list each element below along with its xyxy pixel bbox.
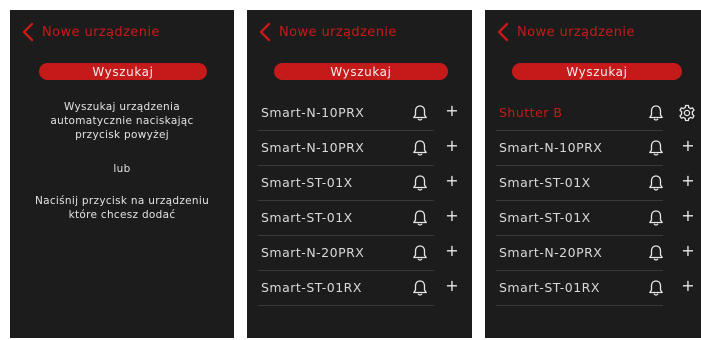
bell-icon[interactable] — [411, 139, 429, 157]
bell-icon[interactable] — [411, 174, 429, 192]
device-row[interactable]: Smart-N-10PRX + — [247, 96, 472, 131]
device-name: Smart-N-10PRX — [261, 105, 365, 120]
page-title: Nowe urządzenie — [42, 24, 160, 40]
device-row[interactable]: Smart-N-20PRX + — [485, 236, 701, 271]
bell-icon[interactable] — [647, 104, 665, 122]
add-device-plus-icon[interactable]: + — [444, 277, 460, 295]
add-device-plus-icon[interactable]: + — [444, 102, 460, 120]
page-title: Nowe urządzenie — [517, 24, 635, 40]
device-row[interactable]: Smart-ST-01X + — [247, 166, 472, 201]
search-button[interactable]: Wyszukaj — [274, 63, 448, 80]
bell-icon[interactable] — [647, 279, 665, 297]
bell-icon[interactable] — [411, 104, 429, 122]
screen-search-instructions: Nowe urządzenie Wyszukaj Wyszukaj urządz… — [10, 10, 234, 338]
screen-device-added: Nowe urządzenie Wyszukaj Shutter B Smart… — [485, 10, 701, 338]
device-row[interactable]: Smart-ST-01X + — [485, 201, 701, 236]
device-row[interactable]: Smart-ST-01RX + — [247, 271, 472, 306]
back-chevron-icon[interactable] — [14, 20, 42, 44]
divider — [258, 305, 434, 306]
device-name: Smart-ST-01X — [499, 175, 591, 190]
back-chevron-icon[interactable] — [251, 20, 279, 44]
instructions-line: automatycznie naciskając — [50, 115, 194, 127]
device-name: Smart-N-10PRX — [261, 140, 365, 155]
device-name: Smart-N-10PRX — [499, 140, 603, 155]
device-list: Shutter B Smart-N-10PRX + Smart-ST-01X +… — [485, 96, 701, 306]
instructions-line: przycisk powyżej — [75, 129, 169, 141]
device-name: Smart-ST-01RX — [261, 280, 362, 295]
search-button[interactable]: Wyszukaj — [512, 63, 682, 80]
header: Nowe urządzenie — [247, 20, 472, 44]
divider — [496, 305, 663, 306]
instructions-line: Wyszukaj urządzenia — [64, 101, 180, 113]
back-chevron-icon[interactable] — [489, 20, 517, 44]
add-device-plus-icon[interactable]: + — [444, 137, 460, 155]
device-row[interactable]: Smart-ST-01X + — [247, 201, 472, 236]
add-device-plus-icon[interactable]: + — [680, 277, 696, 295]
device-name: Smart-ST-01X — [261, 175, 353, 190]
device-name: Smart-ST-01X — [261, 210, 353, 225]
device-row[interactable]: Smart-ST-01RX + — [485, 271, 701, 306]
device-name: Shutter B — [499, 105, 563, 120]
device-row[interactable]: Smart-N-10PRX + — [247, 131, 472, 166]
add-device-plus-icon[interactable]: + — [444, 207, 460, 225]
or-label: lub — [113, 163, 131, 175]
header: Nowe urządzenie — [10, 20, 234, 44]
header: Nowe urządzenie — [485, 20, 701, 44]
search-button[interactable]: Wyszukaj — [39, 63, 207, 80]
device-row-added[interactable]: Shutter B — [485, 96, 701, 131]
instructions-line: Naciśnij przycisk na urządzeniu — [34, 195, 210, 207]
bell-icon[interactable] — [647, 244, 665, 262]
page-title: Nowe urządzenie — [279, 24, 397, 40]
device-name: Smart-N-20PRX — [499, 245, 603, 260]
add-device-plus-icon[interactable]: + — [680, 207, 696, 225]
screen-found-devices: Nowe urządzenie Wyszukaj Smart-N-10PRX +… — [247, 10, 472, 338]
bell-icon[interactable] — [411, 209, 429, 227]
add-device-plus-icon[interactable]: + — [680, 172, 696, 190]
device-name: Smart-ST-01RX — [499, 280, 600, 295]
instructions-text: Wyszukaj urządzenia automatycznie nacisk… — [10, 100, 234, 142]
bell-icon[interactable] — [647, 209, 665, 227]
device-list: Smart-N-10PRX + Smart-N-10PRX + Smart-ST… — [247, 96, 472, 306]
gear-icon[interactable] — [678, 104, 696, 122]
device-name: Smart-ST-01X — [499, 210, 591, 225]
bell-icon[interactable] — [411, 279, 429, 297]
bell-icon[interactable] — [647, 174, 665, 192]
device-row[interactable]: Smart-ST-01X + — [485, 166, 701, 201]
add-device-plus-icon[interactable]: + — [444, 172, 460, 190]
device-row[interactable]: Smart-N-20PRX + — [247, 236, 472, 271]
add-device-plus-icon[interactable]: + — [680, 242, 696, 260]
instructions-text-alt: Naciśnij przycisk na urządzeniu które ch… — [10, 194, 234, 222]
device-name: Smart-N-20PRX — [261, 245, 365, 260]
bell-icon[interactable] — [411, 244, 429, 262]
instructions-line: które chcesz dodać — [68, 209, 176, 221]
bell-icon[interactable] — [647, 139, 665, 157]
add-device-plus-icon[interactable]: + — [680, 137, 696, 155]
add-device-plus-icon[interactable]: + — [444, 242, 460, 260]
device-row[interactable]: Smart-N-10PRX + — [485, 131, 701, 166]
